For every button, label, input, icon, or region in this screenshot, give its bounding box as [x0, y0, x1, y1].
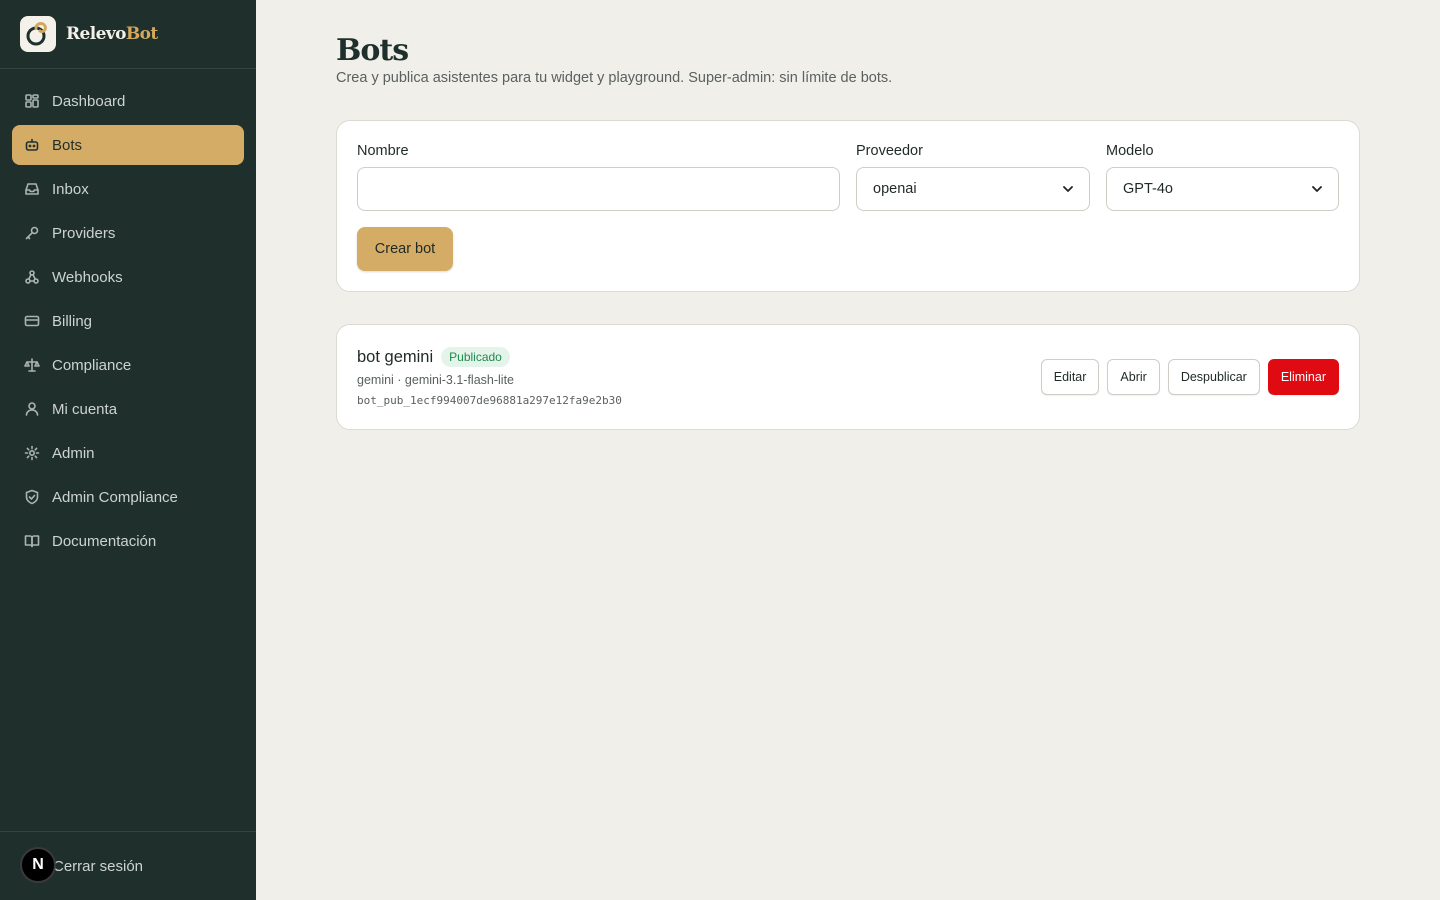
sidebar-item-mi-cuenta[interactable]: Mi cuenta: [12, 389, 244, 429]
bot-actions: Editar Abrir Despublicar Eliminar: [1040, 359, 1339, 395]
provider-select[interactable]: openai: [856, 167, 1090, 211]
scale-icon: [24, 357, 40, 373]
webhook-icon: [24, 269, 40, 285]
sidebar-item-label: Documentación: [52, 532, 157, 550]
gear-icon: [24, 445, 40, 461]
page-subtitle: Crea y publica asistentes para tu widget…: [336, 70, 893, 86]
model-selected-value: GPT-4o: [1123, 181, 1173, 197]
main-content: Bots Crea y publica asistentes para tu w…: [336, 0, 1360, 430]
delete-button[interactable]: Eliminar: [1267, 359, 1339, 395]
sidebar-item-label: Admin Compliance: [52, 488, 178, 506]
model-label: Modelo: [1106, 143, 1154, 159]
sidebar-item-label: Webhooks: [52, 268, 123, 286]
sidebar-item-label: Compliance: [52, 356, 132, 374]
credit-card-icon: [24, 313, 40, 329]
sidebar-item-billing[interactable]: Billing: [12, 301, 244, 341]
model-field-group: Modelo GPT-4o: [1106, 143, 1339, 211]
avatar[interactable]: N: [20, 847, 56, 883]
key-icon: [24, 225, 40, 241]
bot-list-item: bot gemini Publicado gemini · gemini-3.1…: [336, 324, 1360, 430]
model-select[interactable]: GPT-4o: [1106, 167, 1339, 211]
chevron-down-icon: [1312, 182, 1322, 196]
page-title: Bots: [336, 33, 409, 68]
sidebar-item-label: Mi cuenta: [52, 400, 118, 418]
status-badge: Publicado: [441, 347, 510, 367]
sidebar-item-compliance[interactable]: Compliance: [12, 345, 244, 385]
provider-field-group: Proveedor openai: [856, 143, 1090, 211]
sidebar-item-webhooks[interactable]: Webhooks: [12, 257, 244, 297]
sidebar-item-label: Dashboard: [52, 92, 126, 110]
user-icon: [24, 401, 40, 417]
unpublish-button[interactable]: Despublicar: [1167, 359, 1260, 395]
bot-header: bot gemini Publicado: [357, 347, 510, 367]
sidebar-item-inbox[interactable]: Inbox: [12, 169, 244, 209]
sidebar-item-admin-compliance[interactable]: Admin Compliance: [12, 477, 244, 517]
chevron-down-icon: [1063, 182, 1073, 196]
name-field-group: Nombre: [357, 143, 840, 211]
shield-icon: [24, 489, 40, 505]
open-button[interactable]: Abrir: [1107, 359, 1160, 395]
sidebar-nav: Dashboard Bots Inbox Providers Webhooks …: [0, 69, 256, 561]
bot-provider-model: gemini · gemini-3.1-flash-lite: [357, 373, 515, 387]
book-icon: [24, 533, 40, 549]
sidebar-item-label: Providers: [52, 224, 116, 242]
provider-label: Proveedor: [856, 143, 923, 159]
create-bot-button[interactable]: Crear bot: [357, 227, 453, 271]
sidebar-item-label: Billing: [52, 312, 93, 330]
sidebar-footer: N Cerrar sesión: [0, 831, 256, 900]
sidebar-item-label: Admin: [52, 444, 95, 462]
brand[interactable]: RelevoBot: [0, 0, 256, 69]
sidebar-item-label: Inbox: [52, 180, 89, 198]
dashboard-icon: [24, 93, 40, 109]
name-input[interactable]: [357, 167, 840, 211]
sidebar-item-bots[interactable]: Bots: [12, 125, 244, 165]
brand-name: RelevoBot: [66, 24, 158, 44]
sidebar-item-providers[interactable]: Providers: [12, 213, 244, 253]
sidebar: RelevoBot Dashboard Bots Inbox Providers…: [0, 0, 256, 900]
bot-icon: [24, 137, 40, 153]
provider-selected-value: openai: [873, 181, 917, 197]
create-bot-form: Nombre Proveedor openai Modelo GPT-4o Cr…: [336, 120, 1360, 292]
sidebar-item-documentacion[interactable]: Documentación: [12, 521, 244, 561]
name-label: Nombre: [357, 143, 409, 159]
logout-button[interactable]: Cerrar sesión: [53, 858, 143, 875]
inbox-icon: [24, 181, 40, 197]
bot-name: bot gemini: [357, 347, 434, 366]
sidebar-item-admin[interactable]: Admin: [12, 433, 244, 473]
edit-button[interactable]: Editar: [1040, 359, 1100, 395]
sidebar-item-label: Bots: [52, 136, 83, 154]
sidebar-item-dashboard[interactable]: Dashboard: [12, 81, 244, 121]
bot-public-key: bot_pub_1ecf994007de96881a297e12fa9e2b30: [357, 394, 622, 407]
relevo-logo-icon: [20, 16, 56, 52]
